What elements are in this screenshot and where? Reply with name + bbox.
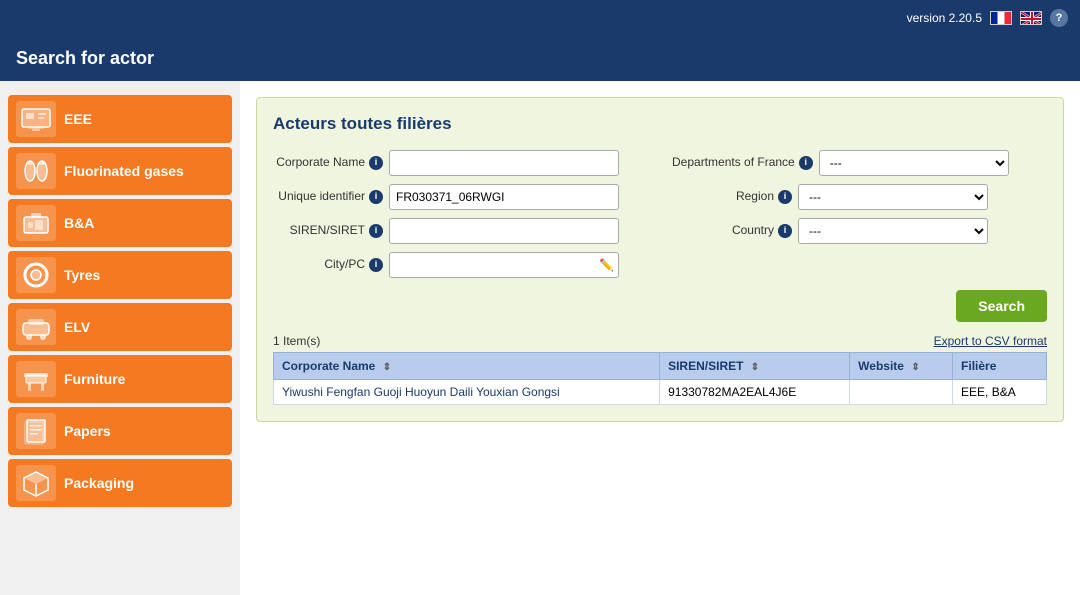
sidebar-item-furniture[interactable]: Furniture <box>8 355 232 403</box>
sidebar-item-elv[interactable]: ELV <box>8 303 232 351</box>
sidebar-label-papers: Papers <box>64 423 111 440</box>
dept-select[interactable]: --- <box>819 150 1009 176</box>
col-header-siren[interactable]: SIREN/SIRET ⇕ <box>660 353 850 380</box>
col-header-website[interactable]: Website ⇕ <box>850 353 953 380</box>
search-btn-row: Search <box>273 290 1047 322</box>
cell-siren: 91330782MA2EAL4J6E <box>660 380 850 405</box>
table-body: Yiwushi Fengfan Guoji Huoyun Daili Youxi… <box>274 380 1047 405</box>
unique-id-row: Unique identifier i <box>273 184 648 210</box>
dept-label: Departments of France i <box>672 155 813 171</box>
siren-info-icon[interactable]: i <box>369 224 383 238</box>
dept-row: Departments of France i --- <box>672 150 1047 176</box>
sort-siren-icon[interactable]: ⇕ <box>751 362 759 373</box>
sidebar-label-furniture: Furniture <box>64 371 125 388</box>
page-title: Search for actor <box>16 48 154 68</box>
city-input-wrapper: ✏️ <box>389 252 619 278</box>
region-select[interactable]: --- <box>798 184 988 210</box>
page-header: Search for actor <box>0 36 1080 81</box>
cell-website <box>850 380 953 405</box>
region-row: Region i --- <box>672 184 1047 210</box>
flag-french-icon[interactable] <box>990 11 1012 25</box>
export-csv-link[interactable]: Export to CSV format <box>934 334 1047 348</box>
sidebar-label-tyres: Tyres <box>64 267 100 284</box>
sort-corporate-name-icon[interactable]: ⇕ <box>383 362 391 373</box>
region-info-icon[interactable]: i <box>778 190 792 204</box>
furniture-icon <box>16 361 56 397</box>
col-header-corporate-name[interactable]: Corporate Name ⇕ <box>274 353 660 380</box>
flag-english-icon[interactable] <box>1020 11 1042 25</box>
sidebar-item-fluorinated[interactable]: Fluorinated gases <box>8 147 232 195</box>
siren-row: SIREN/SIRET i <box>273 218 648 244</box>
cell-corporate-name: Yiwushi Fengfan Guoji Huoyun Daili Youxi… <box>274 380 660 405</box>
results-header: 1 Item(s) Export to CSV format <box>273 334 1047 348</box>
siren-label: SIREN/SIRET i <box>273 223 383 239</box>
city-edit-icon[interactable]: ✏️ <box>599 258 614 272</box>
city-label: City/PC i <box>273 257 383 273</box>
city-info-icon[interactable]: i <box>369 258 383 272</box>
help-icon[interactable]: ? <box>1050 9 1068 27</box>
country-row: Country i --- <box>672 218 1047 244</box>
sidebar: EEE Fluorinated gases <box>0 81 240 595</box>
form-left: Corporate Name i Unique identifier i <box>273 150 648 278</box>
city-row: City/PC i ✏️ <box>273 252 648 278</box>
form-right: Departments of France i --- Region i <box>672 150 1047 278</box>
table-header: Corporate Name ⇕ SIREN/SIRET ⇕ Website ⇕ <box>274 353 1047 380</box>
country-info-icon[interactable]: i <box>778 224 792 238</box>
tyres-icon <box>16 257 56 293</box>
sidebar-item-eee[interactable]: EEE <box>8 95 232 143</box>
results-table: Corporate Name ⇕ SIREN/SIRET ⇕ Website ⇕ <box>273 352 1047 405</box>
fluorinated-icon <box>16 153 56 189</box>
main-layout: EEE Fluorinated gases <box>0 81 1080 595</box>
panel-title: Acteurs toutes filières <box>273 114 1047 134</box>
sidebar-item-packaging[interactable]: Packaging <box>8 459 232 507</box>
version-label: version 2.20.5 <box>907 11 982 25</box>
papers-icon <box>16 413 56 449</box>
results-count: 1 Item(s) <box>273 334 320 348</box>
corporate-name-row: Corporate Name i <box>273 150 648 176</box>
packaging-icon <box>16 465 56 501</box>
sidebar-item-ba[interactable]: B&A <box>8 199 232 247</box>
sidebar-item-papers[interactable]: Papers <box>8 407 232 455</box>
cell-filiere: EEE, B&A <box>953 380 1047 405</box>
corporate-name-info-icon[interactable]: i <box>369 156 383 170</box>
sidebar-item-tyres[interactable]: Tyres <box>8 251 232 299</box>
sort-website-icon[interactable]: ⇕ <box>911 362 919 373</box>
ba-icon <box>16 205 56 241</box>
table-row[interactable]: Yiwushi Fengfan Guoji Huoyun Daili Youxi… <box>274 380 1047 405</box>
region-label: Region i <box>672 189 792 205</box>
dept-info-icon[interactable]: i <box>799 156 813 170</box>
sidebar-label-elv: ELV <box>64 319 90 336</box>
content-area: Acteurs toutes filières Corporate Name i <box>240 81 1080 595</box>
search-panel: Acteurs toutes filières Corporate Name i <box>256 97 1064 422</box>
sidebar-label-ba: B&A <box>64 215 94 232</box>
top-bar: version 2.20.5 ? <box>0 0 1080 36</box>
corporate-name-label: Corporate Name i <box>273 155 383 171</box>
siren-input[interactable] <box>389 218 619 244</box>
corporate-name-input[interactable] <box>389 150 619 176</box>
country-select[interactable]: --- <box>798 218 988 244</box>
city-input[interactable] <box>389 252 619 278</box>
sidebar-label-packaging: Packaging <box>64 475 134 492</box>
unique-id-info-icon[interactable]: i <box>369 190 383 204</box>
table-header-row: Corporate Name ⇕ SIREN/SIRET ⇕ Website ⇕ <box>274 353 1047 380</box>
country-label: Country i <box>672 223 792 239</box>
elv-icon <box>16 309 56 345</box>
unique-id-label: Unique identifier i <box>273 189 383 205</box>
unique-id-input[interactable] <box>389 184 619 210</box>
col-header-filiere[interactable]: Filière <box>953 353 1047 380</box>
eee-icon <box>16 101 56 137</box>
search-button[interactable]: Search <box>956 290 1047 322</box>
sidebar-label-fluorinated: Fluorinated gases <box>64 163 184 180</box>
sidebar-label-eee: EEE <box>64 111 92 128</box>
search-form: Corporate Name i Unique identifier i <box>273 150 1047 278</box>
